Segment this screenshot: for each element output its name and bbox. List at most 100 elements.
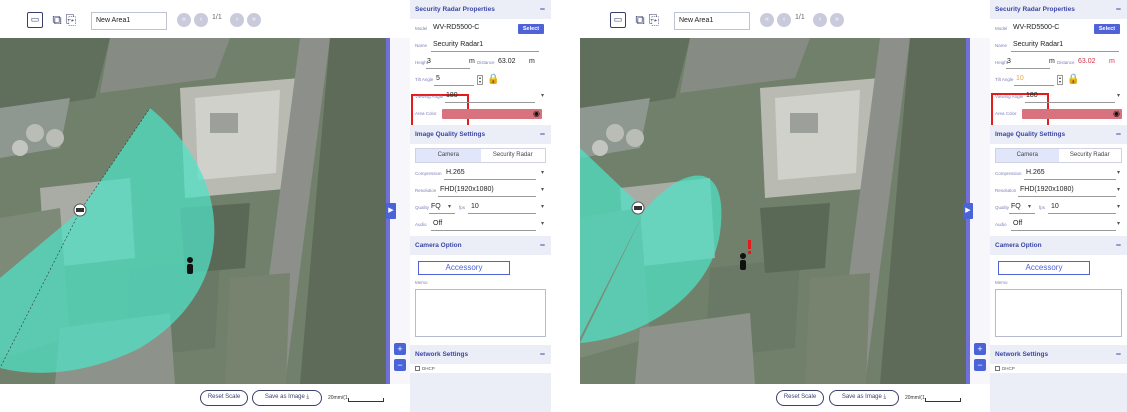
- chevron-down-icon[interactable]: ▾: [541, 92, 544, 99]
- height-field[interactable]: 3: [427, 58, 431, 65]
- prev-page-button[interactable]: ‹: [777, 13, 791, 27]
- layout-icon[interactable]: ▭: [27, 12, 43, 28]
- copy-icon[interactable]: ⎘: [646, 12, 662, 28]
- collapse-icon[interactable]: −: [540, 125, 545, 144]
- expand-panel-icon[interactable]: ▶: [963, 203, 973, 219]
- last-page-button[interactable]: »: [247, 13, 261, 27]
- chevron-down-icon[interactable]: ▾: [1117, 203, 1120, 210]
- panel-splitter[interactable]: ▶ + −: [386, 38, 410, 384]
- next-page-button[interactable]: ›: [230, 13, 244, 27]
- collapse-icon[interactable]: −: [1116, 236, 1121, 255]
- chevron-down-icon[interactable]: ▾: [1028, 203, 1031, 210]
- audio-select[interactable]: Off: [433, 220, 442, 227]
- image-quality-body: Camera Security Radar Compression H.265 …: [410, 144, 551, 236]
- section-image-quality[interactable]: Image Quality Settings −: [410, 125, 551, 144]
- quality-select[interactable]: FQ: [431, 203, 441, 210]
- section-network-settings[interactable]: Network Settings −: [990, 345, 1127, 364]
- dhcp-checkbox[interactable]: [995, 366, 1000, 372]
- fps-select[interactable]: 10: [1051, 203, 1059, 210]
- last-page-button[interactable]: »: [830, 13, 844, 27]
- name-label: Name: [415, 43, 428, 48]
- resolution-select[interactable]: FHD(1920x1080): [440, 186, 494, 193]
- chevron-down-icon[interactable]: ▾: [1117, 220, 1120, 227]
- chevron-down-icon[interactable]: ▾: [541, 203, 544, 210]
- reset-scale-button[interactable]: Reset Scale: [776, 390, 824, 406]
- resolution-select[interactable]: FHD(1920x1080): [1020, 186, 1074, 193]
- lock-icon[interactable]: 🔒: [487, 74, 499, 85]
- chevron-down-icon[interactable]: ▾: [1117, 186, 1120, 193]
- collapse-icon[interactable]: −: [1116, 0, 1121, 19]
- area-color-swatch[interactable]: ◉: [1022, 109, 1122, 119]
- tilt-field[interactable]: 5: [436, 75, 440, 82]
- collapse-icon[interactable]: −: [1116, 125, 1121, 144]
- lock-icon[interactable]: 🔒: [1067, 74, 1079, 85]
- memo-textarea[interactable]: [995, 289, 1122, 337]
- collapse-icon[interactable]: −: [540, 236, 545, 255]
- layout-icon[interactable]: ▭: [610, 12, 626, 28]
- dhcp-option[interactable]: DHCP: [990, 364, 1127, 374]
- select-button[interactable]: Select: [518, 24, 544, 34]
- accessory-button[interactable]: Accessory: [418, 261, 510, 275]
- tilt-stepper[interactable]: ▴ ▾: [477, 75, 483, 85]
- copy-icon[interactable]: ⎘: [63, 12, 79, 28]
- tilt-stepper[interactable]: ▴ ▾: [1057, 75, 1063, 85]
- memo-textarea[interactable]: [415, 289, 546, 337]
- expand-panel-icon[interactable]: ▶: [386, 203, 396, 219]
- chevron-down-icon[interactable]: ▾: [541, 220, 544, 227]
- first-page-button[interactable]: «: [177, 13, 191, 27]
- zoom-out-icon[interactable]: −: [394, 359, 406, 371]
- collapse-icon[interactable]: −: [540, 0, 545, 19]
- audio-select[interactable]: Off: [1013, 220, 1022, 227]
- tab-security-radar[interactable]: Security Radar: [1059, 149, 1122, 162]
- chevron-down-icon[interactable]: ▾: [448, 203, 451, 210]
- map-canvas[interactable]: [0, 38, 386, 384]
- section-radar-properties[interactable]: Security Radar Properties −: [410, 0, 551, 19]
- section-camera-option[interactable]: Camera Option −: [990, 236, 1127, 255]
- save-as-image-button[interactable]: Save as Image ⤓: [829, 390, 899, 406]
- name-field[interactable]: Security Radar1: [1013, 41, 1063, 48]
- save-as-image-button[interactable]: Save as Image ⤓: [252, 390, 322, 406]
- prev-page-button[interactable]: ‹: [194, 13, 208, 27]
- zoom-out-icon[interactable]: −: [974, 359, 986, 371]
- reset-scale-button[interactable]: Reset Scale: [200, 390, 248, 406]
- tab-camera[interactable]: Camera: [996, 149, 1059, 162]
- next-page-button[interactable]: ›: [813, 13, 827, 27]
- dhcp-checkbox[interactable]: [415, 366, 420, 372]
- area-name-field[interactable]: New Area1: [674, 12, 750, 30]
- section-radar-properties[interactable]: Security Radar Properties −: [990, 0, 1127, 19]
- select-button[interactable]: Select: [1094, 24, 1120, 34]
- panel-splitter[interactable]: ▶ + −: [963, 38, 990, 384]
- section-camera-option[interactable]: Camera Option −: [410, 236, 551, 255]
- chevron-down-icon[interactable]: ▾: [1117, 92, 1120, 99]
- chevron-down-icon[interactable]: ▾: [1117, 169, 1120, 176]
- accessory-button[interactable]: Accessory: [998, 261, 1090, 275]
- name-field[interactable]: Security Radar1: [433, 41, 483, 48]
- chevron-down-icon[interactable]: ▾: [541, 186, 544, 193]
- tilt-field[interactable]: 10: [1016, 75, 1024, 82]
- quality-select[interactable]: FQ: [1011, 203, 1021, 210]
- compression-select[interactable]: H.265: [446, 169, 465, 176]
- area-name-field[interactable]: New Area1: [91, 12, 167, 30]
- fps-select[interactable]: 10: [471, 203, 479, 210]
- person-icon[interactable]: [740, 253, 746, 270]
- first-page-button[interactable]: «: [760, 13, 774, 27]
- map-canvas[interactable]: [580, 38, 966, 384]
- radar-device-icon[interactable]: [73, 203, 87, 217]
- color-picker-icon[interactable]: ◉: [1113, 109, 1120, 119]
- area-color-swatch[interactable]: ◉: [442, 109, 542, 119]
- dhcp-option[interactable]: DHCP: [410, 364, 551, 374]
- chevron-down-icon[interactable]: ▾: [541, 169, 544, 176]
- tab-security-radar[interactable]: Security Radar: [481, 149, 546, 162]
- color-picker-icon[interactable]: ◉: [533, 109, 540, 119]
- zoom-in-icon[interactable]: +: [394, 343, 406, 355]
- collapse-icon[interactable]: −: [1116, 345, 1121, 364]
- person-icon[interactable]: [187, 257, 193, 274]
- section-image-quality[interactable]: Image Quality Settings −: [990, 125, 1127, 144]
- compression-select[interactable]: H.265: [1026, 169, 1045, 176]
- tab-camera[interactable]: Camera: [416, 149, 481, 162]
- radar-device-icon[interactable]: [631, 201, 645, 215]
- zoom-in-icon[interactable]: +: [974, 343, 986, 355]
- height-field[interactable]: 3: [1007, 58, 1011, 65]
- collapse-icon[interactable]: −: [540, 345, 545, 364]
- section-network-settings[interactable]: Network Settings −: [410, 345, 551, 364]
